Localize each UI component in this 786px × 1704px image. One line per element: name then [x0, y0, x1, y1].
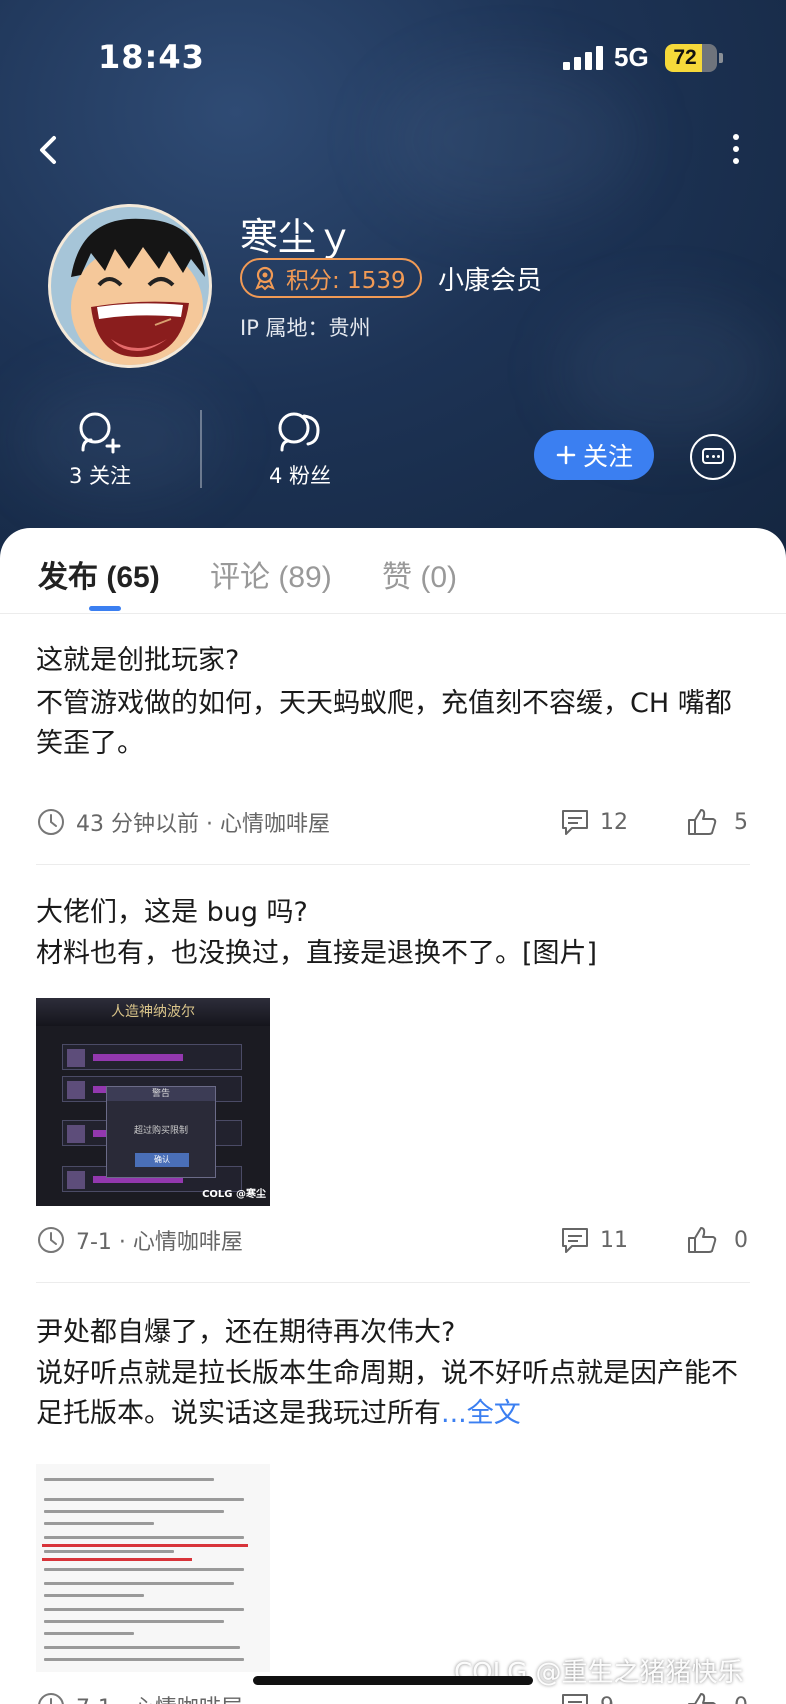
followers-stat[interactable]: 4 粉丝 [240, 410, 360, 490]
plus-icon [556, 445, 576, 465]
post-item[interactable]: 这就是创批玩家? 不管游戏做的如何，天天蚂蚁爬，充值刻不容缓，CH 嘴都笑歪了。… [36, 642, 750, 852]
tab-comments[interactable]: 评论 (89) [210, 552, 332, 596]
tab-likes[interactable]: 赞 (0) [382, 552, 457, 596]
comment-button[interactable]: 9 [560, 1692, 614, 1704]
divider [36, 1282, 750, 1283]
profile-header: 18:43 5G 72 寒尘ｙ 积分: 1539 小康会员 IP 属地：贵州 3… [0, 0, 786, 560]
network-type: 5G [614, 42, 649, 72]
post-title: 这就是创批玩家? [36, 645, 240, 676]
home-indicator[interactable] [253, 1676, 533, 1685]
posts-panel: 发布 (65) 评论 (89) 赞 (0) 这就是创批玩家? 不管游戏做的如何，… [0, 528, 786, 1704]
like-count: 0 [734, 1227, 748, 1253]
post-meta-text: 7-1 · 心情咖啡屋 [76, 1690, 750, 1704]
image-watermark: COLG @寒尘 [202, 1189, 266, 1200]
post-title: 大佬们，这是 bug 吗? [36, 897, 308, 928]
users-icon [278, 412, 320, 452]
image-banner: 人造神纳波尔 [36, 998, 270, 1026]
signal-icon [563, 46, 603, 70]
post-item[interactable]: 大佬们，这是 bug 吗? 材料也有，也没换过，直接是退换不了。[图片] 人造神… [36, 894, 750, 1274]
like-button[interactable]: 0 [686, 1225, 748, 1255]
followers-count: 4 粉丝 [268, 464, 332, 488]
tab-bar: 发布 (65) 评论 (89) 赞 (0) [0, 528, 786, 614]
image-dialog: 警告 超过购买限制 确认 [106, 1086, 216, 1178]
post-title: 尹处都自爆了，还在期待再次伟大? [36, 1317, 456, 1348]
post-body-text: 说好听点就是拉长版本生命周期，说不好听点就是因产能不足托版本。说实话这是我玩过所… [36, 1358, 738, 1429]
thumbs-up-icon [688, 1227, 717, 1253]
points-badge[interactable]: 积分: 1539 [240, 258, 422, 298]
chevron-left-icon [40, 136, 56, 164]
follow-button[interactable]: 关注 [534, 430, 654, 480]
image-dialog-text: 超过购买限制 [133, 1126, 188, 1136]
post-body: 不管游戏做的如何，天天蚂蚁爬，充值刻不容缓，CH 嘴都笑歪了。 [36, 688, 732, 759]
clock-icon [38, 809, 64, 835]
like-button[interactable]: 0 [686, 1691, 748, 1704]
avatar-image [51, 207, 209, 365]
clock-icon [38, 1693, 64, 1704]
read-more-link[interactable]: ...全文 [441, 1398, 521, 1429]
divider [36, 864, 750, 865]
comment-button[interactable]: 12 [560, 808, 628, 836]
comment-count: 11 [600, 1227, 628, 1253]
medal-icon [255, 266, 275, 291]
tab-indicator [89, 606, 121, 611]
post-image[interactable] [36, 1464, 270, 1672]
thumbs-up-icon [688, 1693, 716, 1704]
battery-icon: 72 [665, 44, 717, 72]
comment-count: 12 [600, 809, 628, 835]
message-icon [702, 448, 724, 464]
ip-location: IP 属地：贵州 [240, 316, 371, 340]
comment-icon [562, 810, 588, 835]
member-level: 小康会员 [438, 266, 543, 296]
comment-count: 9 [600, 1694, 614, 1704]
stat-divider [200, 410, 202, 488]
more-options-button[interactable] [716, 128, 756, 172]
comment-icon [562, 1228, 588, 1253]
post-meta-text: 43 分钟以前 · 心情咖啡屋 [76, 812, 330, 837]
status-bar: 18:43 5G 72 [0, 0, 786, 110]
image-dialog-title: 警告 [107, 1087, 215, 1101]
following-stat[interactable]: 3 关注 [40, 410, 160, 490]
battery-tip [719, 53, 723, 63]
points-label: 积分: 1539 [286, 268, 406, 294]
thumbs-up-icon [688, 809, 717, 835]
status-time: 18:43 [98, 38, 205, 76]
post-meta: 7-1 · 心情咖啡屋 11 0 [36, 1220, 750, 1260]
post-image[interactable]: 人造神纳波尔 警告 超过购买限制 确认 COLG @寒尘 [36, 998, 270, 1206]
avatar[interactable] [48, 204, 212, 368]
comment-button[interactable]: 11 [560, 1226, 628, 1254]
like-button[interactable]: 5 [686, 807, 748, 837]
battery-percent: 72 [673, 46, 697, 69]
like-count: 5 [734, 809, 748, 835]
tab-posts[interactable]: 发布 (65) [38, 552, 160, 596]
follow-label: 关注 [582, 442, 633, 471]
comment-icon [562, 1694, 588, 1704]
post-item[interactable]: 尹处都自爆了，还在期待再次伟大? 说好听点就是拉长版本生命周期，说不好听点就是因… [36, 1314, 750, 1704]
back-button[interactable] [28, 128, 72, 172]
post-body: 说好听点就是拉长版本生命周期，说不好听点就是因产能不足托版本。说实话这是我玩过所… [36, 1354, 750, 1434]
clock-icon [38, 1227, 64, 1253]
post-meta: 43 分钟以前 · 心情咖啡屋 12 5 [36, 802, 750, 842]
username: 寒尘ｙ [240, 215, 355, 259]
following-count: 3 关注 [68, 464, 132, 488]
post-body: 材料也有，也没换过，直接是退换不了。[图片] [36, 938, 598, 969]
post-meta-text: 7-1 · 心情咖啡屋 [76, 1230, 243, 1255]
image-dialog-button: 确认 [135, 1153, 189, 1167]
message-button[interactable] [690, 434, 736, 480]
user-add-icon [79, 412, 121, 454]
like-count: 0 [734, 1694, 748, 1704]
